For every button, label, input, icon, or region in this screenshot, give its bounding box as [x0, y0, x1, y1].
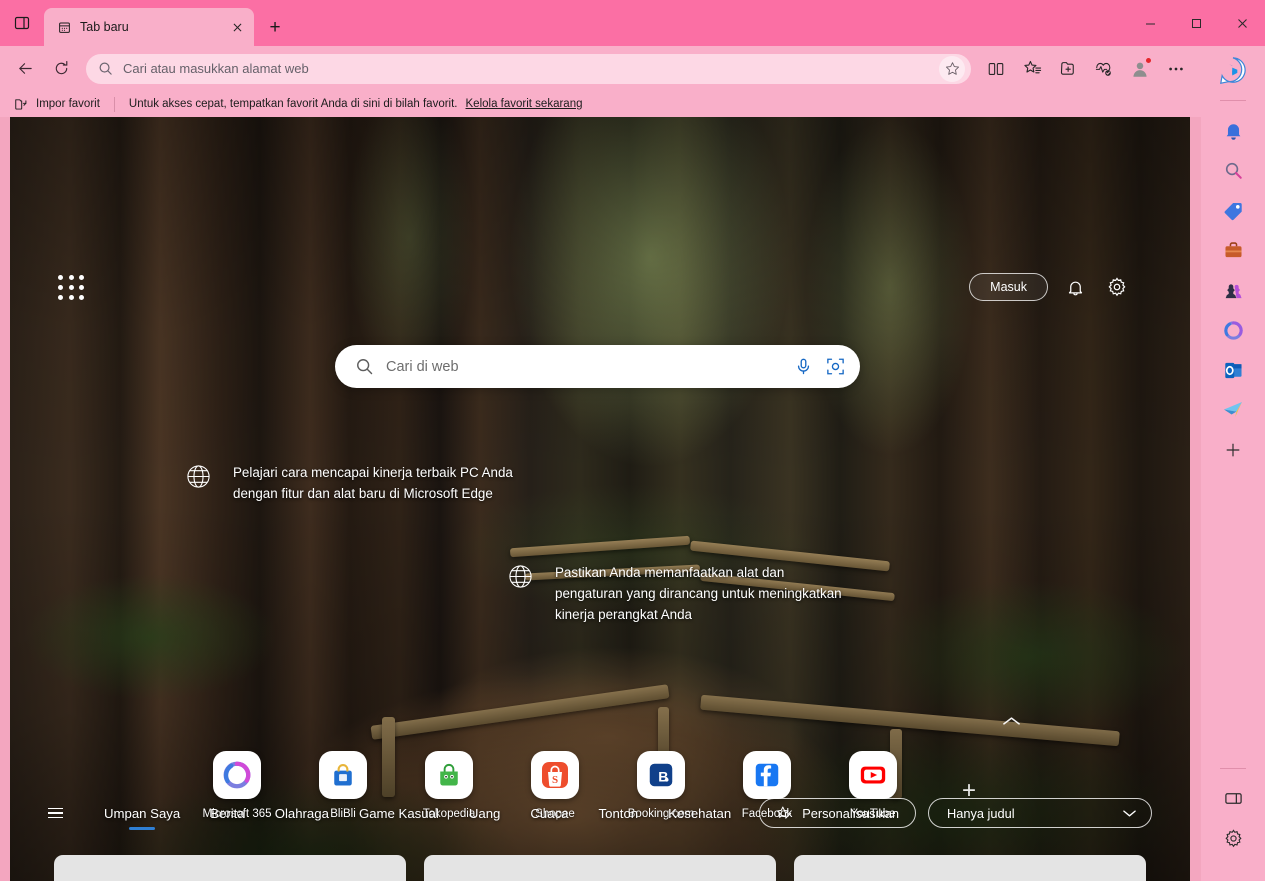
web-search-placeholder: Cari di web	[386, 358, 459, 375]
notifications-icon[interactable]	[1215, 113, 1251, 147]
search-icon	[98, 61, 113, 76]
star-icon[interactable]	[939, 55, 965, 82]
games-icon[interactable]	[1215, 273, 1251, 307]
address-bar[interactable]: Cari atau masukkan alamat web	[86, 53, 971, 84]
feed-tab-cuaca[interactable]: Cuaca	[515, 806, 583, 821]
new-tab-page: Masuk Cari di web Pelajari cara mencapai…	[10, 117, 1190, 881]
sidebar-divider	[1220, 100, 1246, 101]
callout-text: Pastikan Anda memanfaatkan alat dan peng…	[555, 565, 842, 622]
favorites-bar-hint: Untuk akses cepat, tempatkan favorit And…	[128, 98, 458, 110]
newtab-icon	[56, 19, 72, 35]
feed-tab-berita[interactable]: Berita	[195, 806, 259, 821]
gear-icon[interactable]	[1102, 272, 1132, 302]
refresh-icon[interactable]	[44, 52, 78, 86]
feed-tab-uang[interactable]: Uang	[454, 806, 516, 821]
layout-select-value: Hanya judul	[947, 805, 1015, 821]
signin-button[interactable]: Masuk	[969, 273, 1048, 301]
callout-text: Pelajari cara mencapai kinerja terbaik P…	[233, 465, 513, 501]
hamburger-menu-icon[interactable]	[48, 807, 63, 819]
outlook-icon[interactable]	[1215, 353, 1251, 387]
maximize-button[interactable]	[1173, 0, 1219, 46]
favorites-bar-divider	[113, 96, 115, 112]
web-search-box[interactable]: Cari di web	[335, 345, 860, 388]
more-options-icon[interactable]	[1159, 52, 1193, 86]
tab-strip: Tab baru +	[0, 0, 1265, 46]
favorites-bar: Impor favorit Untuk akses cepat, tempatk…	[0, 91, 1201, 117]
feed-tab-olahraga[interactable]: Olahraga	[260, 806, 344, 821]
import-favorites-icon[interactable]	[14, 97, 28, 111]
chevron-up-icon[interactable]	[1002, 715, 1021, 727]
bing-copilot-icon[interactable]	[1215, 54, 1251, 88]
profile-avatar-icon[interactable]	[1123, 52, 1157, 86]
drop-send-icon[interactable]	[1215, 393, 1251, 427]
toggle-sidebar-icon[interactable]	[1215, 781, 1251, 815]
shopping-tag-icon[interactable]	[1215, 193, 1251, 227]
minimize-button[interactable]	[1127, 0, 1173, 46]
svg-text:B: B	[658, 769, 668, 785]
tools-briefcase-icon[interactable]	[1215, 233, 1251, 267]
feed-tab-kesehatan[interactable]: Kesehatan	[653, 806, 746, 821]
globe-icon	[508, 564, 533, 589]
window-controls	[1127, 0, 1265, 46]
tab-actions-icon[interactable]	[0, 0, 44, 46]
magic-star-icon	[776, 805, 793, 822]
manage-favorites-link[interactable]: Kelola favorit sekarang	[466, 98, 583, 110]
address-bar-placeholder: Cari atau masukkan alamat web	[123, 61, 309, 76]
app-launcher-grid-icon[interactable]	[58, 275, 86, 301]
callout-device-tip[interactable]: Pastikan Anda memanfaatkan alat dan peng…	[508, 562, 848, 625]
bell-icon[interactable]	[1060, 272, 1090, 302]
close-window-button[interactable]	[1219, 0, 1265, 46]
sidebar-divider	[1220, 768, 1246, 769]
personalize-button[interactable]: Personalisasikan	[759, 798, 916, 828]
feed-tab-umpan-saya[interactable]: Umpan Saya	[89, 806, 195, 821]
feed-tab-tonton[interactable]: Tonton	[584, 806, 654, 821]
feed-tab-game-kasual[interactable]: Game Kasual	[344, 806, 454, 821]
add-sidebar-app-icon[interactable]	[1215, 433, 1251, 467]
browser-toolbar: Cari atau masukkan alamat web	[0, 46, 1201, 91]
svg-text:S: S	[552, 774, 558, 786]
back-arrow-icon[interactable]	[8, 52, 42, 86]
import-favorites-label[interactable]: Impor favorit	[36, 98, 100, 110]
feed-card[interactable]	[424, 855, 776, 881]
feed-card[interactable]	[794, 855, 1146, 881]
microsoft-365-icon[interactable]	[1215, 313, 1251, 347]
globe-icon	[186, 464, 211, 489]
feed-navigation-bar: Umpan Saya Berita Olahraga Game Kasual U…	[10, 792, 1190, 834]
close-icon[interactable]	[228, 18, 246, 36]
layout-select[interactable]: Hanya judul	[928, 798, 1152, 828]
search-icon	[355, 357, 374, 376]
search-icon[interactable]	[1215, 153, 1251, 187]
tab-new-tab[interactable]: Tab baru	[44, 8, 254, 46]
microphone-icon[interactable]	[794, 357, 813, 376]
visual-search-icon[interactable]	[825, 356, 846, 377]
feed-nav-right-controls: Personalisasikan Hanya judul	[759, 798, 1152, 828]
sidebar-settings-icon[interactable]	[1215, 821, 1251, 855]
feed-cards-row	[10, 855, 1190, 881]
new-tab-button[interactable]: +	[260, 12, 290, 42]
feed-card[interactable]	[54, 855, 406, 881]
profile-alert-dot	[1145, 56, 1152, 64]
split-screen-icon[interactable]	[979, 52, 1013, 86]
chevron-down-icon	[1122, 808, 1137, 818]
callout-performance-tip[interactable]: Pelajari cara mencapai kinerja terbaik P…	[186, 462, 516, 504]
tab-title: Tab baru	[80, 20, 129, 34]
favorites-star-list-icon[interactable]	[1015, 52, 1049, 86]
personalize-label: Personalisasikan	[802, 805, 899, 821]
edge-sidebar	[1201, 46, 1265, 881]
edge-browser-window: Tab baru + Cari atau masukkan alamat web…	[0, 0, 1265, 881]
collections-icon[interactable]	[1051, 52, 1085, 86]
ntp-top-right-controls: Masuk	[969, 272, 1132, 302]
browser-essentials-icon[interactable]	[1087, 52, 1121, 86]
